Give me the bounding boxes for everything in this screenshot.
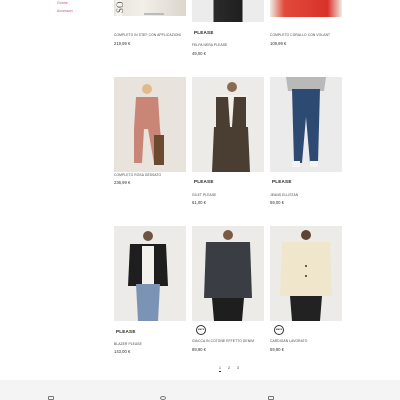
product-image[interactable] bbox=[192, 226, 264, 321]
footer bbox=[0, 380, 400, 400]
product-price: 69,00 € bbox=[270, 200, 284, 205]
sidebar-link-accessori[interactable]: Accessori bbox=[57, 9, 73, 13]
product-name[interactable]: COMPLETO CORALLO CON VOLANT bbox=[270, 33, 356, 37]
card-icon bbox=[160, 396, 166, 400]
outfit-photo-icon bbox=[192, 226, 264, 321]
image-overlay-icon: SO bbox=[115, 1, 164, 15]
brand-logo: MAPE bbox=[196, 325, 206, 335]
outfit-photo-icon bbox=[192, 77, 264, 172]
brand-badge: PLEASE bbox=[194, 30, 214, 35]
product-price: 236,99 € bbox=[114, 180, 131, 185]
product-image[interactable] bbox=[270, 77, 342, 172]
brand-badge: PLEASE bbox=[272, 179, 292, 184]
product-name[interactable]: GIACCA IN COTONE EFFETTO DENIM bbox=[192, 339, 278, 343]
footer-returns[interactable] bbox=[268, 396, 274, 400]
product-price: 143,00 € bbox=[114, 349, 131, 354]
truck-icon bbox=[48, 396, 54, 400]
outfit-photo-icon bbox=[270, 226, 342, 321]
outfit-photo-icon bbox=[114, 77, 186, 172]
page-link-2[interactable]: 2 bbox=[228, 366, 230, 372]
product-name[interactable]: BLAZER PLEASE bbox=[114, 342, 200, 346]
footer-payment[interactable] bbox=[160, 396, 166, 400]
product-image[interactable] bbox=[192, 77, 264, 172]
product-image[interactable] bbox=[192, 0, 264, 22]
brand-badge: PLEASE bbox=[194, 179, 214, 184]
product-image[interactable] bbox=[114, 226, 186, 321]
product-name[interactable]: GILET PLEASE bbox=[192, 193, 278, 197]
product-image[interactable]: SO bbox=[114, 0, 186, 16]
product-price: 49,00 € bbox=[192, 51, 206, 56]
product-image[interactable] bbox=[270, 226, 342, 321]
product-price: 219,99 € bbox=[114, 41, 131, 46]
outfit-photo-icon bbox=[270, 77, 342, 172]
product-name[interactable]: FELPA NERA PLEASE bbox=[192, 43, 278, 47]
product-price: 59,90 € bbox=[270, 347, 284, 352]
page-link-1[interactable]: 1 bbox=[219, 366, 221, 372]
product-name[interactable]: CARDIGAN LAVORATO bbox=[270, 339, 356, 343]
pagination: 1 2 3 bbox=[219, 366, 239, 372]
product-name[interactable]: COMPLETO ROSA GESSATO bbox=[114, 173, 200, 177]
product-price: 61,00 € bbox=[192, 200, 206, 205]
product-name[interactable]: JEANS ELLISTAN bbox=[270, 193, 356, 197]
box-icon bbox=[268, 396, 274, 400]
product-price: 109,99 € bbox=[270, 41, 287, 46]
sidebar-link-gonne[interactable]: Gonne bbox=[57, 1, 68, 5]
outfit-photo-icon bbox=[114, 226, 186, 321]
product-image[interactable] bbox=[114, 77, 186, 172]
svg-text:SO: SO bbox=[115, 1, 125, 13]
product-name[interactable]: COMPLETO IN STEF CON APPLICAZIONI bbox=[114, 33, 200, 37]
brand-logo: MAPE bbox=[274, 325, 284, 335]
brand-badge: PLEASE bbox=[116, 329, 136, 334]
footer-shipping[interactable] bbox=[48, 396, 54, 400]
page-link-3[interactable]: 3 bbox=[237, 366, 239, 372]
product-image[interactable] bbox=[270, 0, 342, 17]
product-price: 89,90 € bbox=[192, 347, 206, 352]
